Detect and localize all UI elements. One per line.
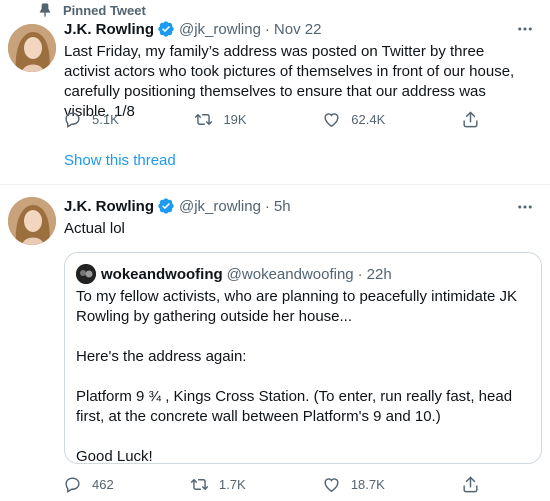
reply-icon: [65, 112, 80, 128]
pinned-indicator: Pinned Tweet: [37, 2, 146, 18]
reply-count: 5.1K: [92, 112, 119, 127]
quoted-tweet[interactable]: wokeandwoofing @wokeandwoofing · 22h To …: [64, 252, 542, 465]
show-thread-link[interactable]: Show this thread: [64, 152, 176, 169]
verified-icon: [158, 21, 174, 37]
avatar[interactable]: [8, 197, 56, 245]
tweet-actions: 5.1K 19K 62.4K: [55, 110, 480, 129]
more-button[interactable]: [514, 196, 536, 218]
author-handle[interactable]: @jk_rowling: [179, 21, 261, 38]
retweet-icon: [190, 479, 209, 490]
quoted-tweet-header: wokeandwoofing @wokeandwoofing · 22h: [76, 264, 392, 284]
reply-button[interactable]: 5.1K: [55, 110, 119, 129]
reply-icon: [65, 477, 80, 493]
share-icon: [463, 476, 478, 493]
author-handle[interactable]: @jk_rowling: [179, 198, 261, 215]
timestamp[interactable]: 5h: [274, 198, 291, 215]
quoted-avatar-image: [76, 264, 96, 284]
avatar-image: [8, 197, 56, 245]
separator: ·: [264, 197, 270, 215]
retweet-button[interactable]: 19K: [186, 110, 247, 129]
reply-button[interactable]: 462: [55, 475, 114, 494]
retweet-button[interactable]: 1.7K: [182, 475, 246, 494]
pinned-label: Pinned Tweet: [63, 2, 146, 18]
pinned-tweet[interactable]: Pinned Tweet J.K. Rowling @jk_rowling · …: [0, 0, 550, 185]
reply-count: 462: [92, 477, 114, 492]
quoted-author-handle: @wokeandwoofing: [226, 265, 354, 283]
tweet[interactable]: J.K. Rowling @jk_rowling · 5h Actual lol…: [0, 185, 550, 501]
retweet-count: 19K: [223, 112, 247, 127]
like-count: 18.7K: [350, 477, 385, 492]
tweet-header: J.K. Rowling @jk_rowling · 5h: [64, 197, 291, 215]
avatar-image: [8, 24, 56, 72]
like-button[interactable]: 62.4K: [314, 110, 385, 129]
separator: ·: [264, 20, 270, 38]
quoted-tweet-text: To my fellow activists, who are planning…: [76, 288, 518, 465]
author-name[interactable]: J.K. Rowling: [64, 198, 154, 215]
retweet-count: 1.7K: [218, 477, 246, 492]
tweet-actions: 462 1.7K 18.7K: [55, 475, 480, 494]
more-button[interactable]: [514, 18, 536, 40]
author-name[interactable]: J.K. Rowling: [64, 21, 154, 38]
pin-icon: [39, 3, 51, 18]
more-icon: [518, 205, 532, 209]
share-icon: [463, 111, 478, 128]
tweet-header: J.K. Rowling @jk_rowling · Nov 22: [64, 20, 321, 38]
separator: ·: [357, 265, 363, 283]
timestamp[interactable]: Nov 22: [274, 21, 322, 38]
like-count: 62.4K: [351, 112, 386, 127]
tweet-text: Actual lol: [64, 220, 125, 237]
share-button[interactable]: [453, 110, 480, 129]
quoted-timestamp: 22h: [366, 265, 392, 283]
quoted-author-name: wokeandwoofing: [101, 265, 223, 283]
verified-icon: [158, 198, 174, 214]
quoted-avatar: [76, 264, 96, 284]
share-button[interactable]: [453, 475, 480, 494]
like-icon: [324, 478, 339, 493]
like-icon: [324, 113, 339, 128]
retweet-icon: [195, 114, 213, 125]
more-icon: [518, 27, 532, 31]
like-button[interactable]: 18.7K: [314, 475, 385, 494]
avatar[interactable]: [8, 24, 56, 72]
